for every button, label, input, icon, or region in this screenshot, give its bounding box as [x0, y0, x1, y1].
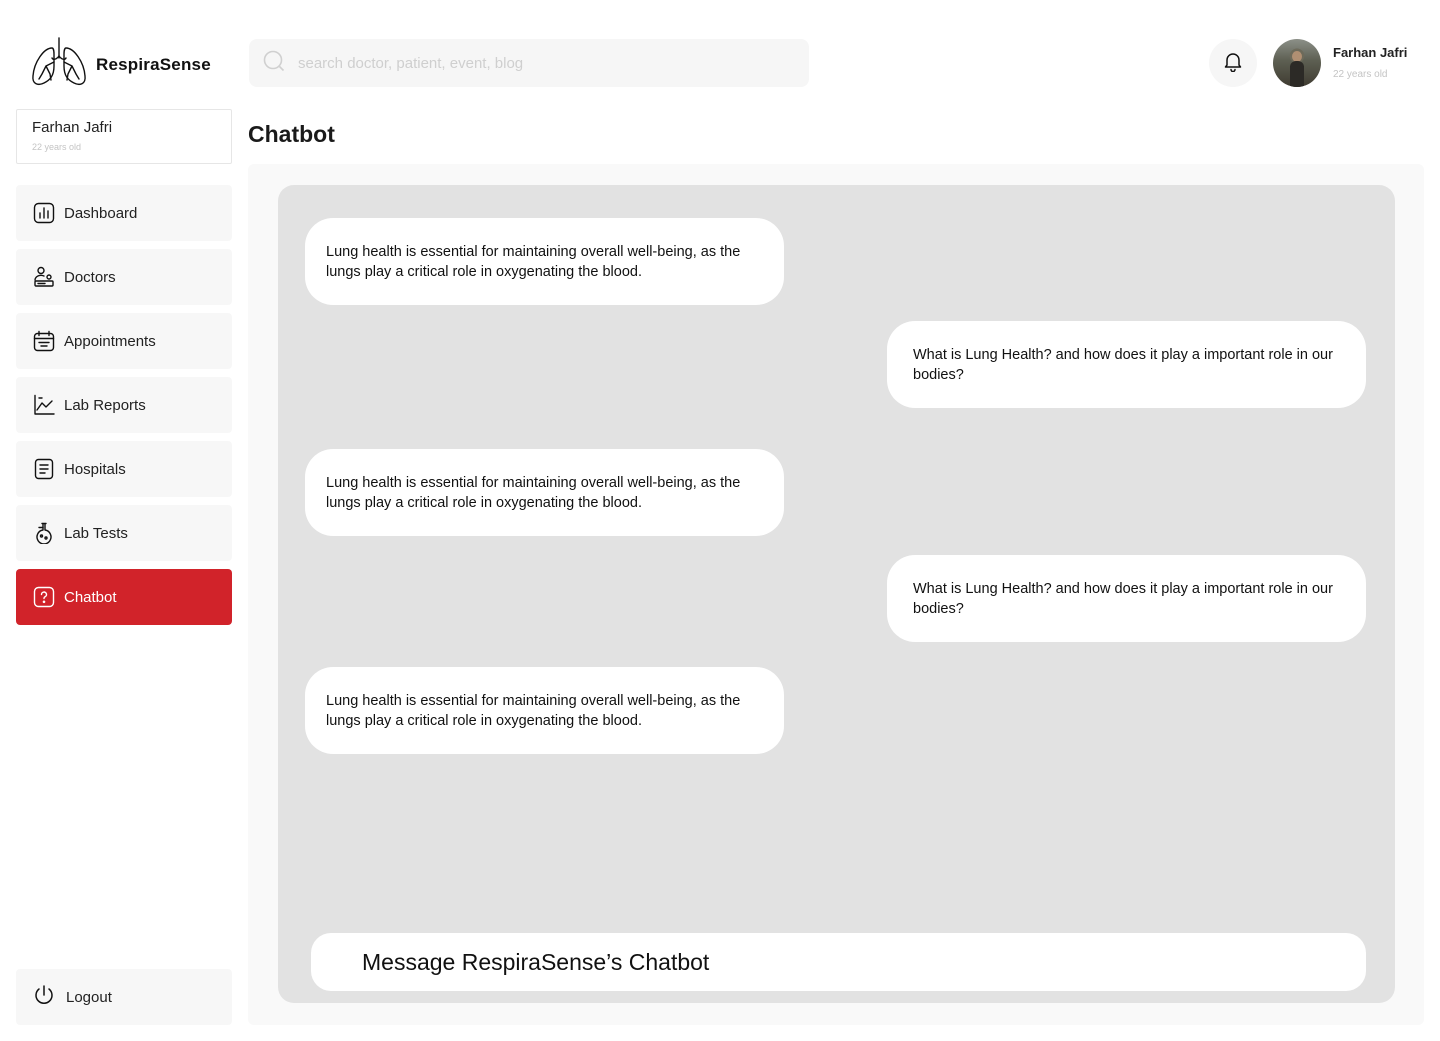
- sidebar-item-label: Chatbot: [64, 588, 117, 606]
- message-text: What is Lung Health? and how does it pla…: [913, 580, 1333, 617]
- power-icon: [33, 984, 55, 1011]
- sidebar-item-label: Dashboard: [64, 204, 138, 222]
- logout-label: Logout: [66, 988, 112, 1006]
- brand-logo[interactable]: RespiraSense: [30, 36, 211, 93]
- header-user-age: 22 years old: [1333, 69, 1388, 80]
- user-message: What is Lung Health? and how does it pla…: [887, 321, 1366, 408]
- flask-icon: [33, 522, 55, 544]
- message-input-box[interactable]: [311, 933, 1366, 991]
- notification-button[interactable]: [1209, 39, 1257, 87]
- sidebar-item-lab-reports[interactable]: Lab Reports: [16, 377, 232, 433]
- message-text: Lung health is essential for maintaining…: [326, 474, 741, 511]
- sidebar-item-label: Lab Tests: [64, 524, 128, 542]
- page-title: Chatbot: [248, 121, 335, 147]
- bot-message: Lung health is essential for maintaining…: [305, 449, 784, 536]
- lungs-icon: [30, 36, 88, 93]
- message-input[interactable]: [362, 948, 1322, 976]
- doctor-icon: [33, 266, 55, 288]
- sidebar-item-lab-tests[interactable]: Lab Tests: [16, 505, 232, 561]
- sidebar-item-chatbot[interactable]: Chatbot: [16, 569, 232, 625]
- sidebar-item-doctors[interactable]: Doctors: [16, 249, 232, 305]
- message-text: What is Lung Health? and how does it pla…: [913, 346, 1333, 383]
- brand-name: RespiraSense: [96, 54, 211, 74]
- user-message: What is Lung Health? and how does it pla…: [887, 555, 1366, 642]
- document-icon: [33, 458, 55, 480]
- message-text: Lung health is essential for maintaining…: [326, 243, 741, 280]
- sidebar-item-label: Lab Reports: [64, 396, 146, 414]
- sidebar-item-dashboard[interactable]: Dashboard: [16, 185, 232, 241]
- sidebar-profile-name: Farhan Jafri: [32, 119, 113, 136]
- sidebar-item-hospitals[interactable]: Hospitals: [16, 441, 232, 497]
- sidebar-item-appointments[interactable]: Appointments: [16, 313, 232, 369]
- calendar-icon: [33, 330, 55, 352]
- header-user-name: Farhan Jafri: [1333, 45, 1408, 60]
- sidebar-item-label: Appointments: [64, 332, 156, 350]
- avatar[interactable]: [1273, 39, 1321, 87]
- search-icon: [263, 50, 285, 77]
- message-text: Lung health is essential for maintaining…: [326, 692, 741, 729]
- bot-message: Lung health is essential for maintaining…: [305, 218, 784, 305]
- chart-icon: [33, 202, 55, 224]
- logout-button[interactable]: Logout: [16, 969, 232, 1025]
- sidebar-profile-age: 22 years old: [32, 142, 82, 152]
- search-input[interactable]: [298, 54, 778, 72]
- bell-icon: [1222, 50, 1244, 77]
- sidebar-profile-card: Farhan Jafri 22 years old: [16, 109, 232, 164]
- line-chart-icon: [33, 394, 55, 416]
- bot-message: Lung health is essential for maintaining…: [305, 667, 784, 754]
- sidebar-item-label: Doctors: [64, 268, 116, 286]
- help-icon: [33, 586, 55, 608]
- search-bar[interactable]: [249, 39, 809, 87]
- sidebar-item-label: Hospitals: [64, 460, 126, 478]
